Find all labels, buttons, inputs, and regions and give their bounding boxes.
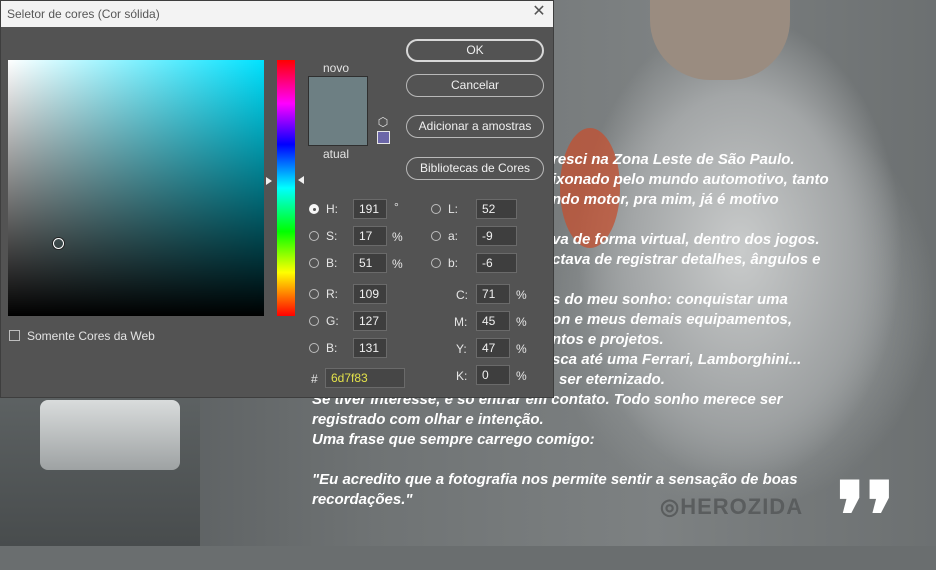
new-color-label: novo — [323, 61, 350, 75]
unit-degree: ° — [394, 200, 399, 214]
hue-slider[interactable] — [277, 60, 295, 316]
web-colors-only-label: Somente Cores da Web — [27, 329, 155, 343]
current-color-label: atual — [323, 147, 350, 161]
label-a: a: — [448, 229, 459, 243]
close-icon[interactable]: ✕ — [531, 4, 547, 20]
label-m: M: — [454, 315, 468, 329]
ok-button[interactable]: OK — [406, 39, 544, 62]
color-swatch — [308, 76, 368, 146]
current-color-swatch[interactable] — [309, 111, 367, 145]
input-blue[interactable]: 131 — [353, 338, 387, 358]
input-lab-b[interactable]: -6 — [476, 253, 517, 273]
label-s: S: — [326, 229, 338, 243]
car-image — [0, 380, 200, 546]
input-c[interactable]: 71 — [476, 284, 510, 304]
radio-blue[interactable] — [309, 343, 319, 353]
label-g: G: — [326, 314, 339, 328]
web-safe-swatch-icon[interactable] — [377, 131, 390, 144]
radio-b[interactable] — [309, 258, 319, 268]
radio-r[interactable] — [309, 289, 319, 299]
dialog-title: Seletor de cores (Cor sólida) — [7, 7, 160, 21]
input-y[interactable]: 47 — [476, 338, 510, 358]
color-field[interactable] — [8, 60, 264, 316]
unit-percent: % — [516, 369, 527, 383]
unit-percent: % — [516, 342, 527, 356]
radio-s[interactable] — [309, 231, 319, 241]
label-l: L: — [448, 202, 459, 216]
label-b: B: — [326, 256, 338, 270]
quote-mark: ❜❜ — [836, 462, 896, 570]
radio-l[interactable] — [431, 204, 441, 214]
story-line: Uma frase que sempre carrego comigo: — [312, 431, 595, 448]
label-c: C: — [456, 288, 468, 302]
input-g[interactable]: 127 — [353, 311, 387, 331]
input-l[interactable]: 52 — [476, 199, 517, 219]
hue-slider-left-handle-icon[interactable] — [266, 177, 272, 185]
label-y: Y: — [456, 342, 467, 356]
story-line: registrado com olhar e intenção. — [312, 411, 544, 428]
radio-a[interactable] — [431, 231, 441, 241]
label-lab-b: b: — [448, 256, 459, 270]
radio-h[interactable] — [309, 204, 319, 214]
input-b[interactable]: 51 — [353, 253, 387, 273]
input-k[interactable]: 0 — [476, 365, 510, 385]
unit-percent: % — [516, 315, 527, 329]
unit-percent: % — [516, 288, 527, 302]
color-picker-cursor[interactable] — [53, 238, 64, 249]
label-r: R: — [326, 287, 338, 301]
cancel-button[interactable]: Cancelar — [406, 74, 544, 97]
input-r[interactable]: 109 — [353, 284, 387, 304]
input-h[interactable]: 191 — [353, 199, 387, 219]
hue-slider-right-handle-icon[interactable] — [298, 176, 304, 184]
color-picker-dialog: Seletor de cores (Cor sólida) ✕ novo atu… — [0, 0, 554, 398]
radio-lab-b[interactable] — [431, 258, 441, 268]
title-bar: Seletor de cores (Cor sólida) ✕ — [1, 1, 553, 27]
new-color-swatch — [309, 77, 367, 111]
hex-input[interactable]: 6d7f83 — [325, 368, 405, 388]
radio-g[interactable] — [309, 316, 319, 326]
story-line: recordações." — [312, 491, 413, 508]
story-line — [312, 450, 872, 470]
web-colors-only-checkbox[interactable] — [9, 330, 20, 341]
input-m[interactable]: 45 — [476, 311, 510, 331]
label-k: K: — [456, 369, 468, 383]
label-blue: B: — [326, 341, 338, 355]
hex-label: # — [311, 372, 318, 386]
story-line: "Eu acredito que a fotografia nos permit… — [312, 471, 798, 488]
unit-percent: % — [392, 257, 403, 271]
add-to-swatches-button[interactable]: Adicionar a amostras — [406, 115, 544, 138]
color-libraries-button[interactable]: Bibliotecas de Cores — [406, 157, 544, 180]
input-s[interactable]: 17 — [353, 226, 387, 246]
input-a[interactable]: -9 — [476, 226, 517, 246]
label-h: H: — [326, 202, 338, 216]
out-of-gamut-cube-icon[interactable]: ⬡ — [376, 115, 390, 129]
unit-percent: % — [392, 230, 403, 244]
